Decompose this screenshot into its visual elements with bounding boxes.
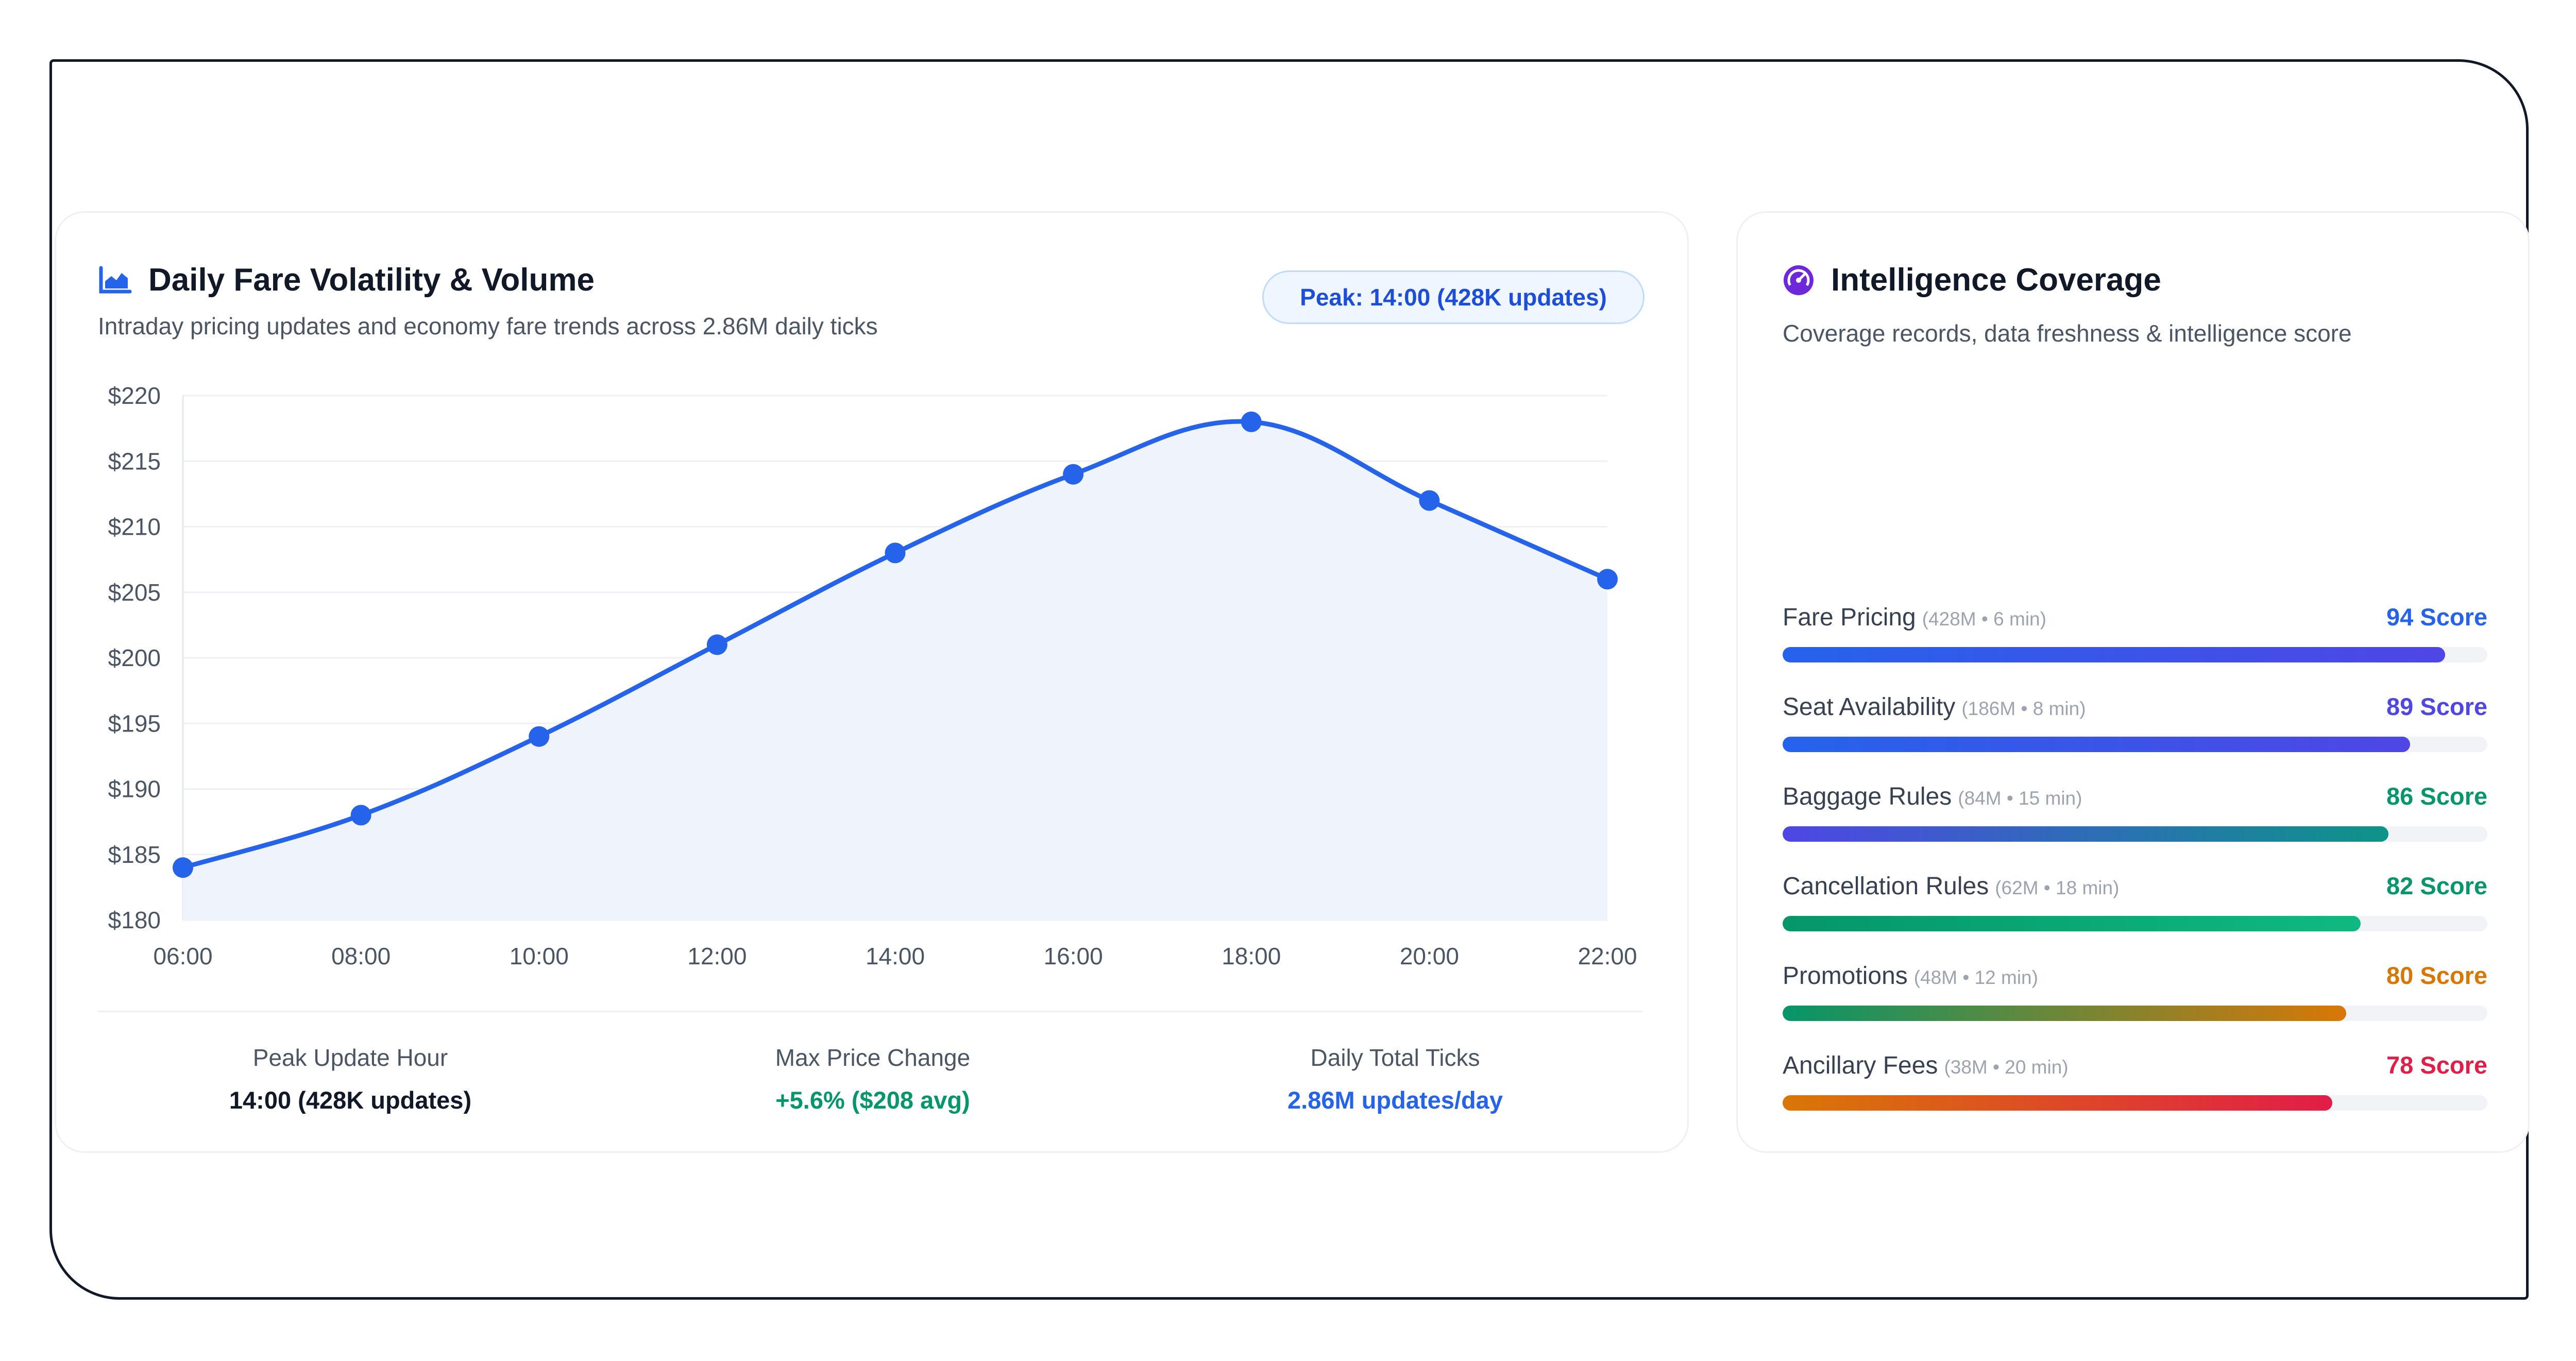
data-point[interactable] — [706, 634, 727, 655]
stat-label: Peak Update Hour — [252, 1044, 448, 1071]
y-tick-label: $210 — [108, 514, 161, 540]
coverage-bar-track — [1783, 737, 2487, 752]
stat-label: Daily Total Ticks — [1310, 1044, 1480, 1071]
coverage-row: Fare Pricing (428M • 6 min) 94 Score — [1783, 603, 2487, 662]
coverage-bar-track — [1783, 826, 2487, 842]
coverage-meta: (428M • 6 min) — [1922, 608, 2046, 630]
coverage-row-header: Promotions (48M • 12 min) 80 Score — [1783, 961, 2487, 990]
coverage-row: Promotions (48M • 12 min) 80 Score — [1783, 961, 2487, 1021]
y-tick-label: $180 — [108, 907, 161, 933]
stat-max-price-change: Max Price Change +5.6% ($208 avg) — [641, 1044, 1105, 1114]
gauge-icon — [1783, 264, 1815, 296]
x-tick-label: 08:00 — [331, 943, 391, 969]
coverage-card-title: Intelligence Coverage — [1831, 262, 2161, 298]
coverage-bar-fill — [1783, 916, 2361, 931]
y-tick-label: $215 — [108, 448, 161, 474]
stat-value: 2.86M updates/day — [1287, 1086, 1503, 1114]
coverage-meta: (38M • 20 min) — [1944, 1057, 2069, 1078]
coverage-bar-fill — [1783, 826, 2389, 842]
data-point[interactable] — [350, 805, 371, 826]
y-tick-label: $220 — [108, 382, 161, 409]
y-tick-label: $195 — [108, 710, 161, 737]
coverage-label: Promotions — [1783, 962, 1908, 990]
stat-label: Max Price Change — [775, 1044, 971, 1071]
x-tick-label: 16:00 — [1044, 943, 1103, 969]
x-tick-label: 20:00 — [1400, 943, 1459, 969]
data-point[interactable] — [1597, 569, 1618, 590]
data-point[interactable] — [1419, 490, 1440, 511]
stat-value: +5.6% ($208 avg) — [775, 1086, 970, 1114]
coverage-row-header: Ancillary Fees (38M • 20 min) 78 Score — [1783, 1051, 2487, 1080]
coverage-bar-track — [1783, 1095, 2487, 1111]
coverage-label: Cancellation Rules — [1783, 873, 1989, 900]
coverage-score: 82 Score — [2386, 872, 2487, 899]
coverage-bar-fill — [1783, 647, 2445, 662]
x-tick-label: 22:00 — [1578, 943, 1637, 969]
coverage-label: Baggage Rules — [1783, 783, 1952, 810]
data-point[interactable] — [885, 542, 906, 564]
coverage-score: 94 Score — [2386, 603, 2487, 631]
coverage-label-group: Seat Availability (186M • 8 min) — [1783, 693, 2086, 721]
coverage-bar-fill — [1783, 737, 2410, 752]
stats-divider — [98, 1011, 1642, 1012]
coverage-label-group: Promotions (48M • 12 min) — [1783, 962, 2038, 990]
coverage-label: Fare Pricing — [1783, 604, 1916, 631]
coverage-bar-track — [1783, 916, 2487, 931]
coverage-row-header: Seat Availability (186M • 8 min) 89 Score — [1783, 692, 2487, 721]
y-tick-label: $205 — [108, 579, 161, 606]
coverage-label-group: Fare Pricing (428M • 6 min) — [1783, 603, 2046, 632]
stat-peak-update-hour: Peak Update Hour 14:00 (428K updates) — [118, 1044, 582, 1114]
coverage-bar-track — [1783, 1006, 2487, 1021]
coverage-bar-track — [1783, 647, 2487, 662]
data-point[interactable] — [173, 857, 193, 878]
y-tick-label: $185 — [108, 841, 161, 868]
coverage-score: 80 Score — [2386, 962, 2487, 989]
coverage-label-group: Baggage Rules (84M • 15 min) — [1783, 782, 2082, 811]
stat-value: 14:00 (428K updates) — [229, 1086, 472, 1114]
coverage-row: Ancillary Fees (38M • 20 min) 78 Score — [1783, 1051, 2487, 1111]
coverage-label: Ancillary Fees — [1783, 1052, 1938, 1079]
coverage-label-group: Cancellation Rules (62M • 18 min) — [1783, 872, 2119, 900]
coverage-meta: (84M • 15 min) — [1958, 788, 2082, 809]
coverage-bar-fill — [1783, 1095, 2333, 1111]
x-tick-label: 18:00 — [1222, 943, 1281, 969]
fare-area-fill — [183, 421, 1607, 920]
stat-daily-total-ticks: Daily Total Ticks 2.86M updates/day — [1163, 1044, 1627, 1114]
data-point[interactable] — [1063, 464, 1084, 485]
data-point[interactable] — [1241, 411, 1262, 432]
x-tick-label: 10:00 — [510, 943, 569, 969]
coverage-row-header: Cancellation Rules (62M • 18 min) 82 Score — [1783, 872, 2487, 900]
coverage-card-header: Intelligence Coverage — [1783, 262, 2161, 298]
coverage-row: Seat Availability (186M • 8 min) 89 Score — [1783, 692, 2487, 752]
x-tick-label: 12:00 — [687, 943, 747, 969]
x-tick-label: 06:00 — [153, 943, 212, 969]
coverage-score: 86 Score — [2386, 782, 2487, 810]
coverage-label: Seat Availability — [1783, 693, 1956, 721]
coverage-card-subtitle: Coverage records, data freshness & intel… — [1783, 320, 2352, 347]
coverage-label-group: Ancillary Fees (38M • 20 min) — [1783, 1051, 2069, 1080]
coverage-row: Baggage Rules (84M • 15 min) 86 Score — [1783, 782, 2487, 842]
coverage-row: Cancellation Rules (62M • 18 min) 82 Score — [1783, 872, 2487, 931]
data-point[interactable] — [529, 726, 550, 747]
x-tick-label: 14:00 — [866, 943, 925, 969]
coverage-row-header: Fare Pricing (428M • 6 min) 94 Score — [1783, 603, 2487, 632]
y-tick-label: $200 — [108, 644, 161, 671]
coverage-meta: (62M • 18 min) — [1995, 877, 2120, 898]
coverage-meta: (48M • 12 min) — [1913, 967, 2038, 988]
y-tick-label: $190 — [108, 776, 161, 803]
coverage-score: 89 Score — [2386, 693, 2487, 720]
coverage-score: 78 Score — [2386, 1051, 2487, 1079]
coverage-meta: (186M • 8 min) — [1961, 698, 2086, 719]
coverage-bar-fill — [1783, 1006, 2347, 1021]
coverage-row-header: Baggage Rules (84M • 15 min) 86 Score — [1783, 782, 2487, 811]
